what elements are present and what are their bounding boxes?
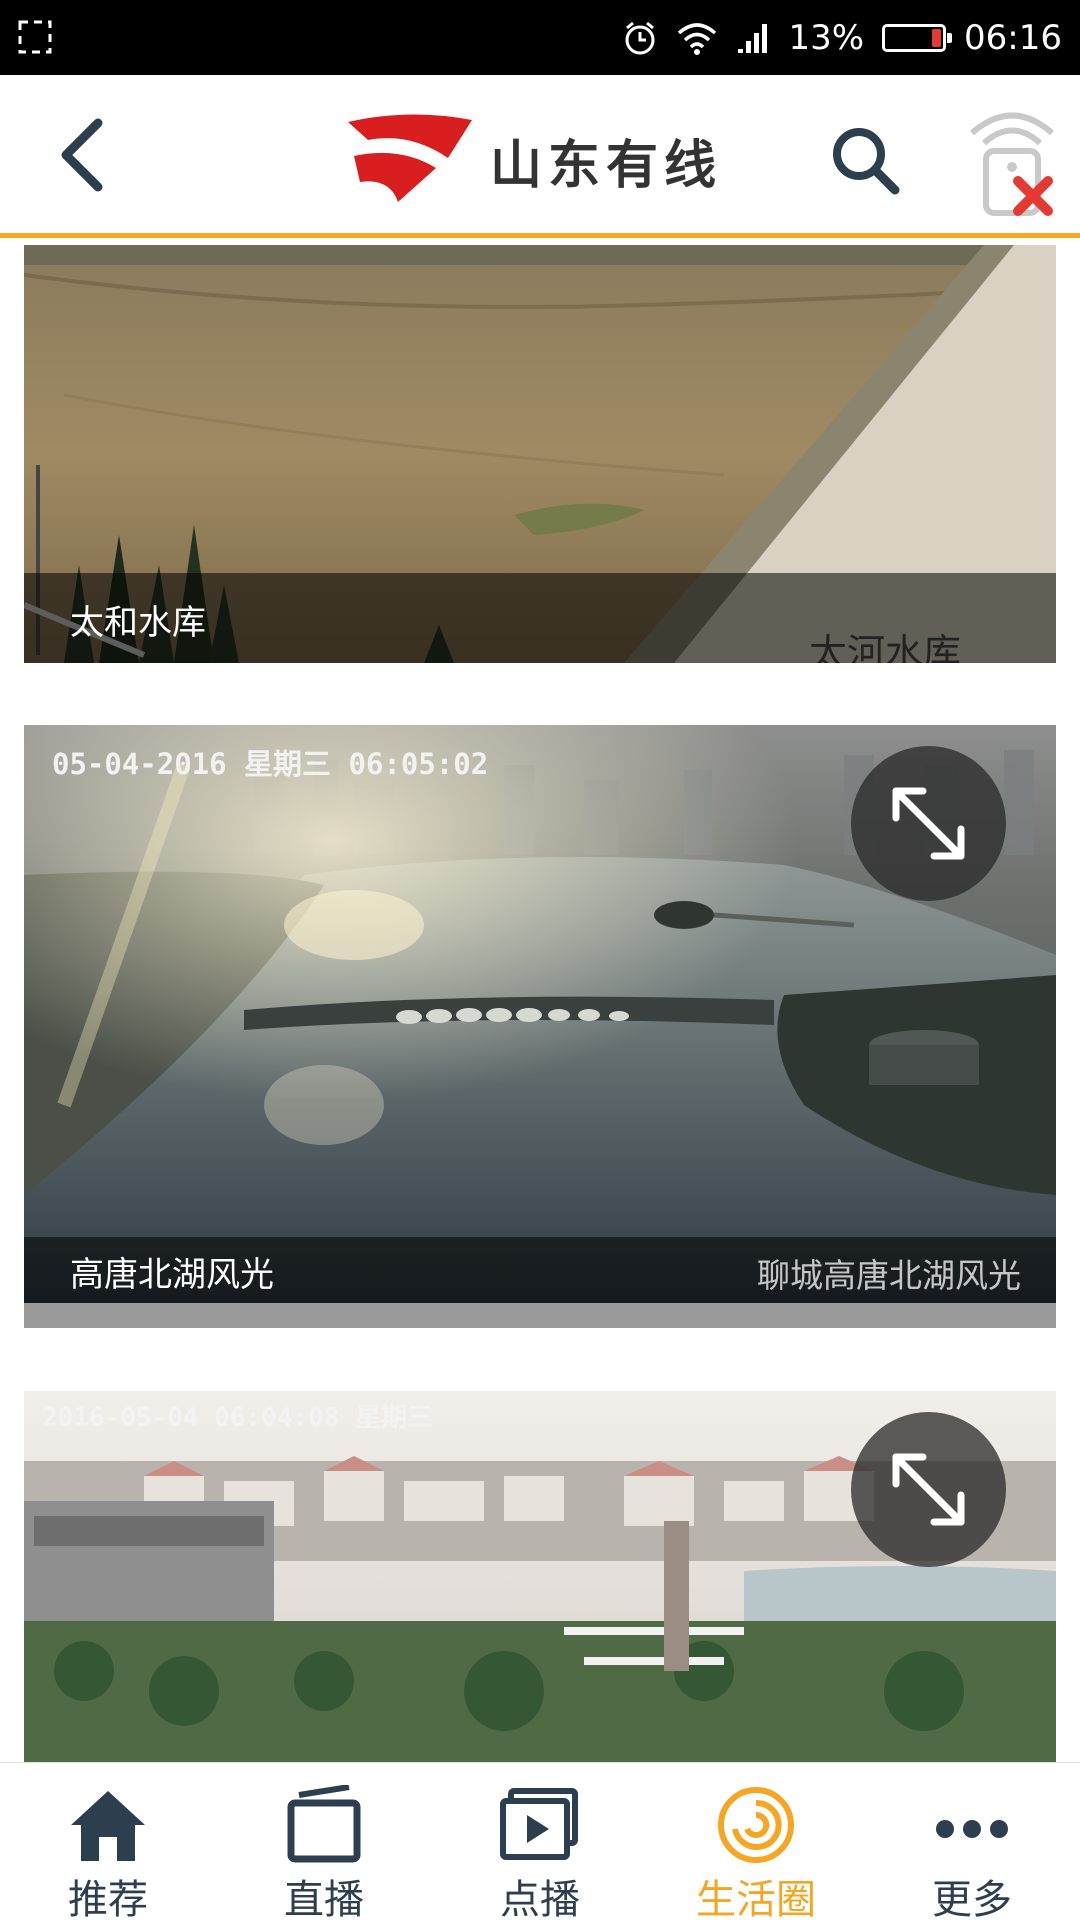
camera-watermark: 太河水库 [808, 631, 961, 663]
camera-watermark: 聊城高唐北湖风光 [757, 1256, 1021, 1295]
screenshot-icon [18, 20, 52, 54]
nav-item-more[interactable]: 更多 [864, 1763, 1080, 1923]
bottom-navigation: 推荐 直播 点播 生活圈 更多 [0, 1762, 1080, 1923]
fullscreen-button[interactable] [851, 746, 1006, 901]
camera-caption-bar: 高唐北湖风光 聊城高唐北湖风光 [24, 1237, 1056, 1303]
camera-title: 高唐北湖风光 [70, 1255, 274, 1295]
nav-item-recommend[interactable]: 推荐 [0, 1763, 216, 1923]
expand-arrows-icon [892, 1453, 965, 1526]
live-camera-feed-list[interactable]: 太和水库 太河水库 05-04-2016 星期三 06:05:02 高唐北湖风光… [0, 238, 1080, 1762]
camera-card-gaotang-north-lake[interactable]: 05-04-2016 星期三 06:05:02 高唐北湖风光 聊城高唐北湖风光 [24, 725, 1056, 1303]
brand-name: 山东有线 [490, 135, 723, 196]
nav-label: 直播 [284, 1877, 364, 1923]
search-icon [833, 128, 900, 195]
circle-swirl-icon [718, 1787, 794, 1863]
search-button[interactable] [825, 120, 905, 200]
nav-label: 更多 [932, 1877, 1012, 1923]
nav-label: 生活圈 [696, 1877, 816, 1923]
back-button[interactable] [50, 115, 120, 195]
camera-timestamp: 2016-05-04 06:04:08 星期三 [42, 1403, 434, 1433]
wifi-icon [676, 21, 718, 55]
more-dots-icon [936, 1820, 1008, 1838]
app-header: 山东有线 [0, 75, 1080, 238]
tv-icon [287, 1785, 361, 1863]
remote-disconnected-icon [970, 112, 1054, 216]
home-icon [71, 1791, 145, 1861]
status-bar: 13% 06:16 [0, 0, 1080, 75]
card-divider [24, 1303, 1056, 1328]
chevron-left-icon [61, 118, 103, 192]
nav-item-on-demand[interactable]: 点播 [432, 1763, 648, 1923]
brand-logo: 山东有线 [340, 110, 740, 210]
play-icon [500, 1788, 578, 1860]
clock: 06:16 [964, 17, 1062, 58]
battery-percent: 13% [788, 17, 865, 58]
camera-title: 太和水库 [70, 603, 206, 643]
camera-timestamp: 05-04-2016 星期三 06:05:02 [52, 747, 489, 781]
camera-card-city-park[interactable]: 2016-05-04 06:04:08 星期三 [24, 1391, 1056, 1762]
nav-item-life-circle[interactable]: 生活圈 [648, 1763, 864, 1923]
alarm-icon [622, 20, 658, 56]
brand-logo-mark [348, 114, 472, 202]
expand-arrows-icon [892, 787, 965, 860]
nav-label: 推荐 [68, 1877, 148, 1923]
battery-icon [882, 23, 953, 52]
nav-item-live[interactable]: 直播 [216, 1763, 432, 1923]
fullscreen-button[interactable] [851, 1412, 1006, 1567]
nav-label: 点播 [500, 1877, 580, 1923]
remote-disconnected-button[interactable] [962, 103, 1062, 218]
signal-icon [736, 21, 770, 55]
camera-card-reservoir[interactable]: 太和水库 太河水库 [24, 245, 1056, 663]
